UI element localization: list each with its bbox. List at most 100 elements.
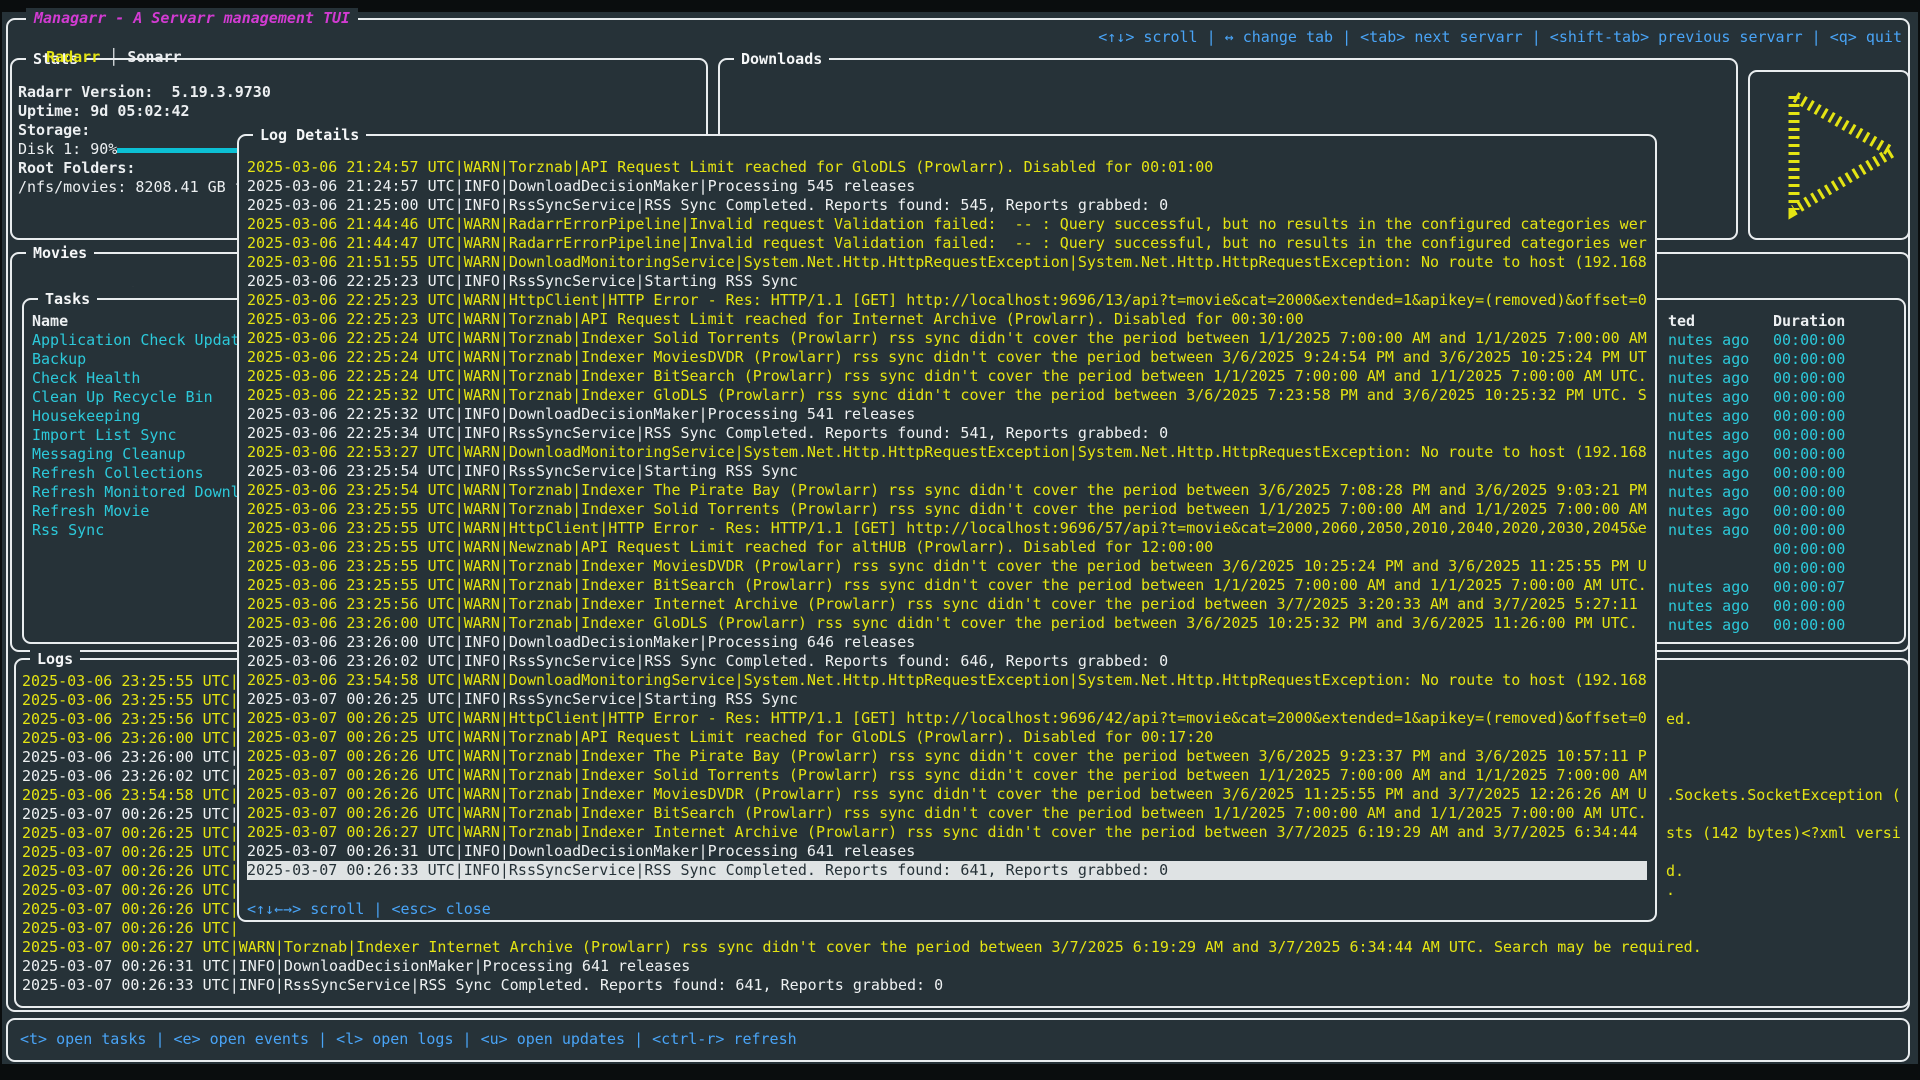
task-schedule-row[interactable]: nutes ago00:00:00 [1668,388,1898,407]
log-detail-line[interactable]: 2025-03-06 22:25:24 UTC|WARN|Torznab|Ind… [247,329,1647,348]
log-detail-line[interactable]: 2025-03-06 22:25:24 UTC|WARN|Torznab|Ind… [247,367,1647,386]
log-line[interactable]: 2025-03-06 23:25:56 UTC| [22,710,242,729]
task-row[interactable]: Backup [32,350,238,369]
task-row[interactable]: Clean Up Recycle Bin [32,388,238,407]
logo-panel [1748,70,1910,240]
log-line[interactable]: 2025-03-07 00:26:25 UTC| [22,824,242,843]
bottom-keybind-hints: <t> open tasks | <e> open events | <l> o… [20,1030,797,1049]
log-detail-line[interactable]: 2025-03-06 22:25:34 UTC|INFO|RssSyncServ… [247,424,1647,443]
task-row[interactable]: Housekeeping [32,407,238,426]
log-detail-line[interactable]: 2025-03-06 21:51:55 UTC|WARN|DownloadMon… [247,253,1647,272]
log-detail-line[interactable]: 2025-03-07 00:26:26 UTC|WARN|Torznab|Ind… [247,804,1647,823]
task-schedule-row[interactable]: nutes ago00:00:00 [1668,350,1898,369]
tasks-right-columns: nutes ago00:00:00nutes ago00:00:00nutes … [1668,331,1898,635]
log-detail-line[interactable]: 2025-03-06 21:44:46 UTC|WARN|RadarrError… [247,215,1647,234]
log-detail-line[interactable]: 2025-03-06 23:25:55 UTC|WARN|Torznab|Ind… [247,576,1647,595]
logs-truncated-list: 2025-03-06 23:25:55 UTC|2025-03-06 23:25… [22,672,242,938]
log-detail-line[interactable]: 2025-03-06 23:25:54 UTC|WARN|Torznab|Ind… [247,481,1647,500]
task-schedule-row[interactable]: 00:00:00 [1668,559,1898,578]
task-schedule-row[interactable]: nutes ago00:00:00 [1668,597,1898,616]
log-line[interactable]: 2025-03-07 00:26:26 UTC| [22,900,242,919]
log-detail-line[interactable]: 2025-03-07 00:26:27 UTC|WARN|Torznab|Ind… [247,823,1647,842]
task-row[interactable]: Import List Sync [32,426,238,445]
log-line[interactable]: 2025-03-06 23:25:55 UTC| [22,691,242,710]
task-row[interactable]: Refresh Collections [32,464,238,483]
tab-divider: │ [100,48,127,66]
log-detail-line[interactable]: 2025-03-07 00:26:26 UTC|WARN|Torznab|Ind… [247,747,1647,766]
task-schedule-row[interactable]: nutes ago00:00:00 [1668,331,1898,350]
top-keybind-hints: <↑↓> scroll | ↔ change tab | <tab> next … [900,27,1902,47]
task-schedule-row[interactable]: nutes ago00:00:00 [1668,407,1898,426]
log-detail-line[interactable]: 2025-03-06 23:25:55 UTC|WARN|HttpClient|… [247,519,1647,538]
log-detail-line[interactable]: 2025-03-06 23:26:00 UTC|INFO|DownloadDec… [247,633,1647,652]
task-row[interactable]: Application Check Update [32,331,238,350]
log-line-fragment: d. [1666,862,1684,881]
log-detail-line[interactable]: 2025-03-07 00:26:33 UTC|INFO|RssSyncServ… [247,861,1647,880]
task-row[interactable]: Rss Sync [32,521,238,540]
log-line[interactable]: 2025-03-06 23:26:02 UTC| [22,767,242,786]
log-detail-line[interactable]: 2025-03-06 23:26:02 UTC|INFO|RssSyncServ… [247,652,1647,671]
log-line[interactable]: 2025-03-07 00:26:26 UTC| [22,881,242,900]
log-detail-line[interactable]: 2025-03-06 21:24:57 UTC|WARN|Torznab|API… [247,158,1647,177]
tab-sonarr[interactable]: Sonarr [127,48,181,66]
log-detail-line[interactable]: 2025-03-07 00:26:26 UTC|WARN|Torznab|Ind… [247,766,1647,785]
downloads-panel-title: Downloads [734,49,829,69]
log-detail-line[interactable]: 2025-03-06 22:25:32 UTC|WARN|Torznab|Ind… [247,386,1647,405]
log-detail-line[interactable]: 2025-03-06 22:53:27 UTC|WARN|DownloadMon… [247,443,1647,462]
task-schedule-row[interactable]: nutes ago00:00:00 [1668,426,1898,445]
tasks-panel-title: Tasks [38,289,97,309]
log-detail-line[interactable]: 2025-03-06 23:25:55 UTC|WARN|Torznab|Ind… [247,500,1647,519]
disk-usage-gauge [117,148,237,153]
task-schedule-row[interactable]: nutes ago00:00:00 [1668,369,1898,388]
task-schedule-row[interactable]: nutes ago00:00:00 [1668,483,1898,502]
log-detail-line[interactable]: 2025-03-07 00:26:25 UTC|INFO|RssSyncServ… [247,690,1647,709]
modal-keybind-hints: <↑↓←→> scroll | <esc> close [247,900,491,919]
log-line[interactable]: 2025-03-06 23:26:00 UTC| [22,729,242,748]
log-detail-line[interactable]: 2025-03-07 00:26:31 UTC|INFO|DownloadDec… [247,842,1647,861]
log-detail-line[interactable]: 2025-03-06 22:25:23 UTC|INFO|RssSyncServ… [247,272,1647,291]
log-detail-line[interactable]: 2025-03-06 21:25:00 UTC|INFO|RssSyncServ… [247,196,1647,215]
bottom-bar: <t> open tasks | <e> open events | <l> o… [6,1018,1910,1062]
log-detail-line[interactable]: 2025-03-06 23:25:56 UTC|WARN|Torznab|Ind… [247,595,1647,614]
log-line[interactable]: 2025-03-07 00:26:26 UTC| [22,862,242,881]
log-detail-line[interactable]: 2025-03-07 00:26:25 UTC|WARN|Torznab|API… [247,728,1647,747]
task-schedule-row[interactable]: nutes ago00:00:00 [1668,521,1898,540]
log-line[interactable]: 2025-03-07 00:26:31 UTC|INFO|DownloadDec… [22,957,1902,976]
task-row[interactable]: Refresh Monitored Downlo [32,483,238,502]
log-detail-line[interactable]: 2025-03-07 00:26:25 UTC|WARN|HttpClient|… [247,709,1647,728]
log-line[interactable]: 2025-03-07 00:26:26 UTC| [22,919,242,938]
tab-radarr[interactable]: Radarr [46,48,100,66]
log-details-modal: Log Details 2025-03-06 21:24:57 UTC|WARN… [237,134,1657,922]
task-schedule-row[interactable]: nutes ago00:00:00 [1668,616,1898,635]
log-detail-line[interactable]: 2025-03-06 22:25:24 UTC|WARN|Torznab|Ind… [247,348,1647,367]
task-schedule-row[interactable]: 00:00:00 [1668,540,1898,559]
log-detail-line[interactable]: 2025-03-06 21:24:57 UTC|INFO|DownloadDec… [247,177,1647,196]
log-detail-line[interactable]: 2025-03-06 21:44:47 UTC|WARN|RadarrError… [247,234,1647,253]
task-row[interactable]: Check Health [32,369,238,388]
log-detail-line[interactable]: 2025-03-06 23:25:54 UTC|INFO|RssSyncServ… [247,462,1647,481]
log-line[interactable]: 2025-03-06 23:54:58 UTC| [22,786,242,805]
movies-tabs: Library │ Collections │ [20,268,264,287]
task-schedule-row[interactable]: nutes ago00:00:00 [1668,502,1898,521]
log-line[interactable]: 2025-03-07 00:26:27 UTC|WARN|Torznab|Ind… [22,938,1902,957]
servarr-tabs: Radarr │ Sonarr [28,27,182,47]
task-row[interactable]: Refresh Movie [32,502,238,521]
log-detail-line[interactable]: 2025-03-06 23:26:00 UTC|WARN|Torznab|Ind… [247,614,1647,633]
log-detail-line[interactable]: 2025-03-07 00:26:26 UTC|WARN|Torznab|Ind… [247,785,1647,804]
task-schedule-row[interactable]: nutes ago00:00:00 [1668,464,1898,483]
task-row[interactable]: Messaging Cleanup [32,445,238,464]
log-line[interactable]: 2025-03-07 00:26:25 UTC| [22,805,242,824]
log-line[interactable]: 2025-03-07 00:26:25 UTC| [22,843,242,862]
log-line-fragment: .Sockets.SocketException ( [1666,786,1901,805]
log-detail-line[interactable]: 2025-03-06 22:25:32 UTC|INFO|DownloadDec… [247,405,1647,424]
log-line[interactable]: 2025-03-07 00:26:33 UTC|INFO|RssSyncServ… [22,976,1902,995]
log-line[interactable]: 2025-03-06 23:26:00 UTC| [22,748,242,767]
task-schedule-row[interactable]: nutes ago00:00:00 [1668,445,1898,464]
task-schedule-row[interactable]: nutes ago00:00:07 [1668,578,1898,597]
log-detail-line[interactable]: 2025-03-06 23:54:58 UTC|WARN|DownloadMon… [247,671,1647,690]
log-detail-line[interactable]: 2025-03-06 23:25:55 UTC|WARN|Torznab|Ind… [247,557,1647,576]
log-detail-line[interactable]: 2025-03-06 22:25:23 UTC|WARN|Torznab|API… [247,310,1647,329]
log-line[interactable]: 2025-03-06 23:25:55 UTC| [22,672,242,691]
log-detail-line[interactable]: 2025-03-06 22:25:23 UTC|WARN|HttpClient|… [247,291,1647,310]
log-detail-line[interactable]: 2025-03-06 23:25:55 UTC|WARN|Newznab|API… [247,538,1647,557]
